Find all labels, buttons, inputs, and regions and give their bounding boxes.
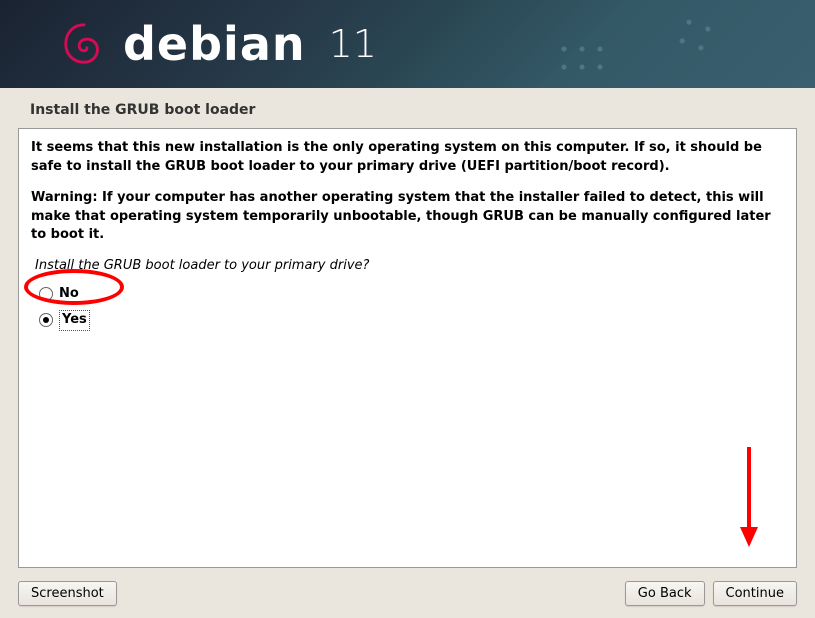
footer-bar: Screenshot Go Back Continue <box>18 581 797 606</box>
continue-button[interactable]: Continue <box>713 581 797 606</box>
radio-option-yes[interactable]: Yes <box>33 307 784 334</box>
page-title: Install the GRUB boot loader <box>0 88 815 128</box>
go-back-button[interactable]: Go Back <box>625 581 705 606</box>
info-paragraph-1: It seems that this new installation is t… <box>31 139 784 177</box>
screenshot-button[interactable]: Screenshot <box>18 581 117 606</box>
annotation-arrow-icon <box>734 442 764 559</box>
debian-swirl-icon <box>60 20 108 68</box>
footer-right-group: Go Back Continue <box>625 581 797 606</box>
header-banner: debian 11 <box>0 0 815 88</box>
installer-window: debian 11 Install the GRUB boot loader I… <box>0 0 815 618</box>
content-panel: It seems that this new installation is t… <box>18 128 797 568</box>
radio-no-input[interactable] <box>39 287 53 301</box>
radio-yes-label: Yes <box>59 310 90 331</box>
radio-option-no[interactable]: No <box>33 282 784 307</box>
brand-name: debian <box>123 17 306 71</box>
radio-no-label: No <box>59 285 79 304</box>
brand-version: 11 <box>329 22 377 66</box>
logo: debian 11 <box>60 17 377 71</box>
question-text: Install the GRUB boot loader to your pri… <box>35 257 784 276</box>
warning-paragraph: Warning: If your computer has another op… <box>31 189 784 246</box>
radio-yes-input[interactable] <box>39 313 53 327</box>
